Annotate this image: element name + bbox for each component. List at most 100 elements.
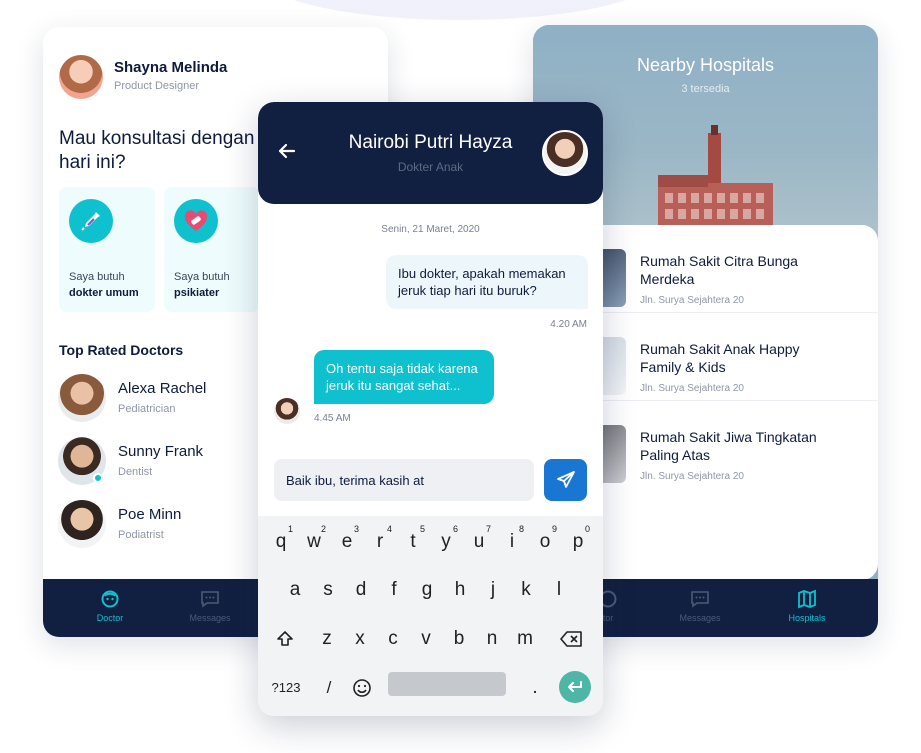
chat-header: Nairobi Putri Hayza Dokter Anak	[258, 102, 603, 204]
key-a[interactable]: a	[280, 570, 310, 610]
chat-contact-role: Dokter Anak	[397, 160, 464, 174]
key-e[interactable]: e3	[332, 522, 362, 562]
send-button[interactable]	[544, 459, 587, 501]
keyboard-row-2: a s d f g h j k l	[258, 570, 603, 610]
nav-doctor[interactable]: Doctor	[75, 589, 145, 623]
key-y[interactable]: y6	[431, 522, 461, 562]
category-line1: Saya butuh	[69, 271, 125, 283]
keyboard-row-1: q1 w2 e3 r4 t5 y6 u7 i8 o9 p0	[258, 522, 603, 562]
key-z[interactable]: z	[312, 619, 342, 659]
heart-bandage-icon	[174, 199, 218, 243]
hospital-name: Rumah Sakit Jiwa Tingkatan Paling Atas	[640, 429, 817, 463]
key-n[interactable]: n	[477, 619, 507, 659]
key-l[interactable]: l	[544, 570, 574, 610]
chat-contact-name: Nairobi Putri Hayza	[348, 132, 513, 153]
category-line2: psikiater	[174, 287, 220, 299]
shift-key[interactable]	[270, 619, 300, 659]
message-icon	[201, 591, 219, 608]
key-m[interactable]: m	[510, 619, 540, 659]
category-psychiatrist[interactable]: Saya butuh psikiater	[164, 187, 260, 312]
keyboard-row-3: z x c v b n m	[258, 619, 603, 659]
back-arrow-icon[interactable]	[274, 138, 300, 164]
top-rated-title: Top Rated Doctors	[59, 342, 184, 358]
enter-icon	[568, 681, 582, 692]
doctor-name: Alexa Rachel	[118, 380, 207, 397]
key-o[interactable]: o9	[530, 522, 560, 562]
nav-label: Hospitals	[788, 613, 826, 623]
category-line2: dokter umum	[69, 287, 139, 299]
message-time: 4.20 AM	[550, 319, 587, 330]
key-b[interactable]: b	[444, 619, 474, 659]
emoji-key[interactable]	[347, 668, 377, 708]
hospital-address: Jln. Surya Sejahtera 20	[640, 383, 744, 394]
key-j[interactable]: j	[478, 570, 508, 610]
key-t[interactable]: t5	[398, 522, 428, 562]
online-status-dot	[93, 473, 103, 483]
send-icon	[556, 471, 575, 488]
doctor-specialty: Podiatrist	[118, 529, 164, 541]
key-q[interactable]: q1	[266, 522, 296, 562]
key-u[interactable]: u7	[464, 522, 494, 562]
hospital-name: Rumah Sakit Citra Bunga Merdeka	[640, 253, 798, 287]
sender-avatar	[274, 398, 300, 424]
key-w[interactable]: w2	[299, 522, 329, 562]
background-shape	[260, 0, 660, 20]
nav-messages[interactable]: Messages	[665, 589, 735, 623]
nav-messages[interactable]: Messages	[175, 589, 245, 623]
on-screen-keyboard: q1 w2 e3 r4 t5 y6 u7 i8 o9 p0 a s d f g …	[258, 516, 603, 716]
shift-icon	[277, 631, 293, 646]
doctor-name: Poe Minn	[118, 506, 182, 523]
key-d[interactable]: d	[346, 570, 376, 610]
key-k[interactable]: k	[511, 570, 541, 610]
hospital-address: Jln. Surya Sejahtera 20	[640, 471, 744, 482]
nav-hospitals[interactable]: Hospitals	[772, 589, 842, 623]
key-i[interactable]: i8	[497, 522, 527, 562]
doctor-specialty: Dentist	[118, 466, 153, 478]
key-h[interactable]: h	[445, 570, 475, 610]
nav-label: Doctor	[96, 613, 124, 623]
category-line1: Saya butuh	[174, 271, 230, 283]
map-icon	[798, 589, 816, 609]
key-r[interactable]: r4	[365, 522, 395, 562]
nav-label: Messages	[189, 613, 231, 623]
enter-key[interactable]	[559, 671, 591, 703]
slash-key[interactable]: /	[314, 668, 344, 708]
doctor-avatar	[58, 374, 106, 422]
key-p[interactable]: p0	[563, 522, 593, 562]
nav-label: Messages	[679, 613, 721, 623]
category-general-doctor[interactable]: Saya butuh dokter umum	[59, 187, 155, 312]
hospital-name: Rumah Sakit Anak Happy Family & Kids	[640, 341, 800, 375]
symbols-key[interactable]: ?123	[268, 668, 304, 708]
key-f[interactable]: f	[379, 570, 409, 610]
doctor-specialty: Pediatrician	[118, 403, 176, 415]
backspace-icon	[560, 631, 582, 647]
user-avatar[interactable]	[59, 55, 103, 99]
doctor-name: Sunny Frank	[118, 443, 204, 460]
hospitals-title: Nearby Hospitals	[636, 55, 775, 75]
message-incoming: Oh tentu saja tidak karena jeruk itu san…	[314, 350, 494, 404]
key-c[interactable]: c	[378, 619, 408, 659]
nav-label: tor	[602, 613, 614, 623]
chat-screen: Nairobi Putri Hayza Dokter Anak Senin, 2…	[258, 102, 603, 716]
key-s[interactable]: s	[313, 570, 343, 610]
space-key[interactable]	[388, 672, 506, 696]
period-key[interactable]: .	[520, 668, 550, 708]
doctor-icon	[101, 590, 119, 608]
user-role: Product Designer	[114, 80, 199, 92]
hospitals-count: 3 tersedia	[681, 83, 730, 95]
message-outgoing: Ibu dokter, apakah memakan jeruk tiap ha…	[386, 255, 588, 309]
message-time: 4.45 AM	[314, 413, 351, 424]
emoji-icon	[353, 679, 371, 697]
key-g[interactable]: g	[412, 570, 442, 610]
chat-date: Senin, 21 Maret, 2020	[381, 224, 480, 235]
syringe-icon	[69, 199, 113, 243]
user-name: Shayna Melinda	[114, 59, 228, 76]
key-v[interactable]: v	[411, 619, 441, 659]
message-input[interactable]	[274, 459, 534, 501]
hospital-address: Jln. Surya Sejahtera 20	[640, 295, 744, 306]
key-x[interactable]: x	[345, 619, 375, 659]
message-icon	[691, 591, 709, 608]
doctor-avatar	[58, 500, 106, 548]
backspace-key[interactable]	[556, 619, 586, 659]
chat-contact-avatar[interactable]	[542, 130, 588, 176]
